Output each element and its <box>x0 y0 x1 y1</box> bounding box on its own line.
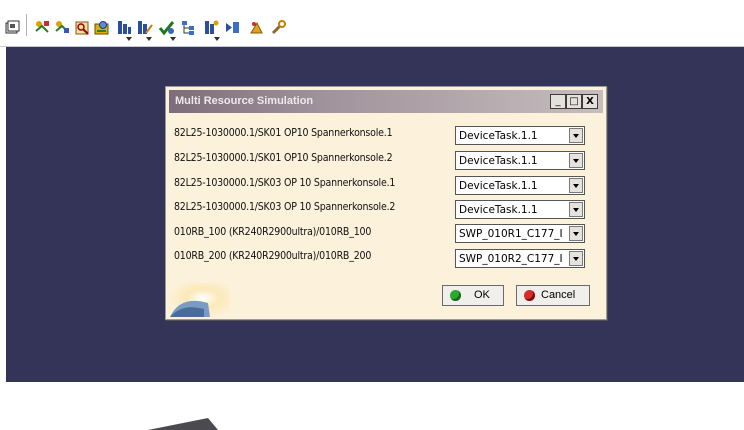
sequence-edit-dropdown-arrow[interactable] <box>146 37 152 41</box>
cancel-label: Cancel <box>541 289 576 301</box>
simulation-run-icon[interactable] <box>224 19 241 36</box>
viewport-bottom-strip <box>0 382 744 430</box>
toolbar <box>0 0 744 47</box>
task-combo[interactable]: SWP_010R2_C177_I <box>455 249 585 268</box>
combo-dropdown-arrow[interactable] <box>569 128 583 143</box>
combo-dropdown-arrow[interactable] <box>569 202 583 217</box>
multi-resource-simulation-dialog: Multi Resource Simulation _ □ X 82L25-10… <box>165 86 607 320</box>
resource-label: 82L25-1030000.1/SK01 OP10 Spannerkonsole… <box>174 152 393 164</box>
minimize-button[interactable]: _ <box>550 94 566 109</box>
task-combo-value: DeviceTask.1.1 <box>459 130 538 142</box>
task-combo-value: SWP_010R2_C177_I <box>459 253 563 265</box>
catalog-browser-icon[interactable] <box>54 19 71 36</box>
maximize-button[interactable]: □ <box>566 94 582 109</box>
toolbar-separator <box>26 14 27 36</box>
wrench-icon[interactable] <box>270 19 287 36</box>
sequence-edit-icon[interactable] <box>136 19 153 36</box>
close-button[interactable]: X <box>582 94 598 109</box>
floor-geometry <box>148 418 218 430</box>
task-combo-value: DeviceTask.1.1 <box>459 155 538 167</box>
tree-icon[interactable] <box>180 19 197 36</box>
check-dropdown-arrow[interactable] <box>170 37 176 41</box>
combo-dropdown-arrow[interactable] <box>569 251 583 266</box>
task-combo-value: DeviceTask.1.1 <box>459 180 538 192</box>
combo-dropdown-arrow[interactable] <box>569 226 583 241</box>
tools-icon[interactable] <box>248 19 265 36</box>
task-combo[interactable]: DeviceTask.1.1 <box>455 151 585 170</box>
globe-logo-icon <box>170 283 230 317</box>
check-icon[interactable] <box>158 19 175 36</box>
task-combo[interactable]: DeviceTask.1.1 <box>455 176 585 195</box>
cancel-icon <box>524 290 535 301</box>
resource-label: 82L25-1030000.1/SK03 OP 10 Spannerkonsol… <box>174 177 396 189</box>
dialog-title: Multi Resource Simulation <box>175 95 314 107</box>
task-combo[interactable]: DeviceTask.1.1 <box>455 200 585 219</box>
analysis-icon[interactable] <box>74 19 91 36</box>
process-dropdown-arrow[interactable] <box>214 37 220 41</box>
ok-button[interactable]: OK <box>442 285 504 306</box>
resource-label: 010RB_200 (KR240R2900ultra)/010RB_200 <box>174 250 372 262</box>
analysis-folder-icon[interactable] <box>94 19 111 36</box>
task-combo[interactable]: DeviceTask.1.1 <box>455 126 585 145</box>
catalog-icon[interactable] <box>34 19 51 36</box>
task-combo[interactable]: SWP_010R1_C177_I <box>455 224 585 243</box>
task-combo-value: DeviceTask.1.1 <box>459 204 538 216</box>
resource-label: 010RB_100 (KR240R2900ultra)/010RB_100 <box>174 226 372 238</box>
ok-icon <box>450 290 461 301</box>
cancel-button[interactable]: Cancel <box>516 285 590 306</box>
resource-label: 82L25-1030000.1/SK01 OP10 Spannerkonsole… <box>174 127 393 139</box>
sequence-dropdown-arrow[interactable] <box>126 37 132 41</box>
box-icon[interactable] <box>4 19 21 36</box>
combo-dropdown-arrow[interactable] <box>569 178 583 193</box>
sequence-icon[interactable] <box>116 19 133 36</box>
task-combo-value: SWP_010R1_C177_I <box>459 228 563 240</box>
process-icon[interactable] <box>203 19 220 36</box>
resource-label: 82L25-1030000.1/SK03 OP 10 Spannerkonsol… <box>174 201 396 213</box>
combo-dropdown-arrow[interactable] <box>569 153 583 168</box>
ok-label: OK <box>474 289 490 301</box>
dialog-titlebar[interactable]: Multi Resource Simulation _ □ X <box>169 90 603 113</box>
